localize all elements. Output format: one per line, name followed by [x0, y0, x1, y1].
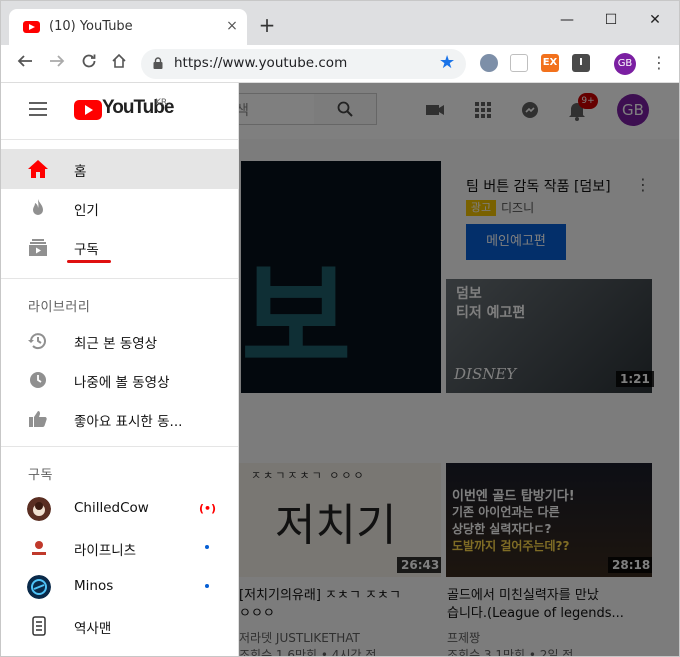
bookmark-star-icon[interactable]: ★: [439, 52, 455, 73]
ex-extension-icon[interactable]: EX: [541, 54, 559, 72]
nav-home[interactable]: 홈: [1, 149, 238, 189]
youtube-favicon-icon: [23, 21, 40, 33]
watch-later-icon: [30, 372, 46, 388]
back-arrow-icon: [17, 55, 32, 67]
forward-arrow-icon: [50, 55, 65, 67]
chilledcow-avatar: [27, 497, 51, 521]
subscriptions-section-title: 구독: [28, 468, 53, 483]
trending-flame-icon: [33, 199, 43, 215]
subscriptions-icon: [29, 239, 47, 256]
subscription-chilledcow[interactable]: ChilledCow (•): [1, 489, 238, 529]
i-extension-icon[interactable]: I: [572, 54, 590, 72]
red-underline-mark: [67, 260, 111, 263]
subscription-label: ChilledCow: [74, 500, 149, 516]
historyman-avatar: [32, 616, 46, 636]
nav-liked-videos[interactable]: 좋아요 표시한 동...: [1, 399, 238, 439]
new-content-dot-icon: [205, 545, 209, 549]
drawer-divider: [1, 139, 238, 140]
reader-extension-icon[interactable]: [510, 54, 528, 72]
library-section-title: 라이브러리: [28, 300, 91, 315]
nav-history[interactable]: 최근 본 동영상: [1, 321, 238, 361]
tab-title: (10) YouTube: [49, 19, 133, 34]
drawer-divider: [1, 446, 238, 447]
url-text: https://www.youtube.com: [174, 55, 348, 71]
browser-toolbar: https://www.youtube.com ★ EX I GB ⋮: [1, 45, 679, 83]
browser-menu-icon[interactable]: ⋮: [651, 52, 667, 74]
back-button[interactable]: [13, 52, 37, 76]
subscription-label: 역사맨: [74, 621, 112, 637]
tab-strip: (10) YouTube × + — ☐ ✕: [1, 1, 679, 45]
nav-watch-later-label: 나중에 볼 동영상: [74, 375, 170, 391]
subscription-minos[interactable]: Minos: [1, 567, 238, 607]
home-outline-icon: [112, 53, 126, 68]
home-icon: [28, 160, 48, 178]
subscription-leibniz[interactable]: 라이프니츠: [1, 528, 238, 568]
history-icon: [28, 333, 46, 350]
subscription-label: 라이프니츠: [74, 543, 137, 559]
nav-liked-label: 좋아요 표시한 동...: [74, 414, 183, 430]
nav-home-label: 홈: [74, 164, 87, 180]
badge-extension-icon[interactable]: [480, 54, 498, 72]
guide-drawer: YouTube KR 홈 인기 구독 라이브러리 최근 본 동영상 나중에 볼 …: [1, 83, 239, 656]
thumbs-up-icon: [29, 411, 47, 427]
nav-history-label: 최근 본 동영상: [74, 336, 158, 352]
youtube-logo-icon[interactable]: [74, 100, 102, 120]
tab-youtube[interactable]: (10) YouTube ×: [9, 9, 247, 45]
new-tab-button[interactable]: +: [257, 15, 277, 35]
tab-close-button[interactable]: ×: [223, 17, 241, 35]
drawer-divider: [1, 278, 238, 279]
maximize-button[interactable]: ☐: [589, 7, 633, 33]
new-content-dot-icon: [205, 584, 209, 588]
hamburger-menu-icon[interactable]: [29, 102, 49, 118]
address-bar[interactable]: https://www.youtube.com ★: [141, 49, 466, 79]
reload-icon: [82, 54, 96, 68]
subscription-label: Minos: [74, 578, 114, 594]
live-broadcast-icon: (•): [199, 502, 217, 515]
nav-watch-later[interactable]: 나중에 볼 동영상: [1, 360, 238, 400]
drawer-header: YouTube KR: [1, 83, 238, 139]
lock-icon: [153, 57, 163, 69]
nav-subscriptions-label: 구독: [74, 242, 99, 258]
browser-window: (10) YouTube × + — ☐ ✕ https://www.youtu…: [0, 0, 680, 657]
forward-button[interactable]: [45, 52, 69, 76]
close-window-button[interactable]: ✕: [633, 7, 677, 33]
nav-trending-label: 인기: [74, 203, 99, 219]
reload-button[interactable]: [77, 52, 101, 76]
nav-subscriptions[interactable]: 구독: [1, 227, 238, 267]
leibniz-avatar: [27, 536, 51, 560]
subscription-historyman[interactable]: 역사맨: [1, 606, 238, 646]
minos-avatar: [27, 575, 51, 599]
browser-profile-avatar[interactable]: GB: [614, 53, 636, 75]
nav-trending[interactable]: 인기: [1, 188, 238, 228]
minimize-button[interactable]: —: [545, 7, 589, 33]
home-button[interactable]: [107, 52, 131, 76]
region-code: KR: [155, 98, 168, 108]
